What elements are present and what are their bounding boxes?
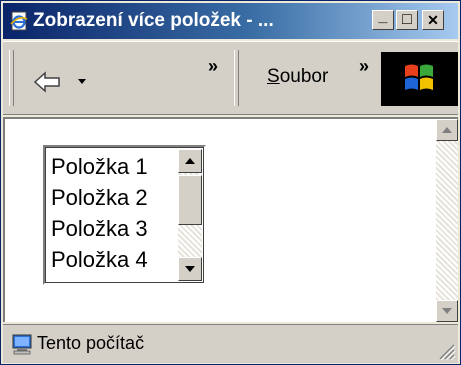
page-content: Položka 1 Položka 2 Položka 3 Položka 4 bbox=[3, 117, 458, 322]
listbox-scroll-down-button[interactable] bbox=[178, 257, 202, 281]
menu-file[interactable]: Soubor bbox=[267, 66, 328, 88]
menu-file-mnemonic: S bbox=[267, 66, 280, 87]
listbox-items: Položka 1 Položka 2 Položka 3 Položka 4 bbox=[51, 151, 148, 275]
multi-select-listbox[interactable]: Položka 1 Položka 2 Položka 3 Položka 4 bbox=[43, 145, 206, 285]
listbox-scroll-up-button[interactable] bbox=[178, 149, 202, 173]
toolbar-grip-2[interactable] bbox=[234, 50, 239, 106]
listbox-scroll-thumb[interactable] bbox=[178, 175, 202, 225]
ie-page-icon bbox=[10, 11, 28, 31]
page-vertical-scrollbar[interactable] bbox=[436, 119, 458, 322]
arrow-up-icon bbox=[442, 127, 452, 133]
arrow-down-icon bbox=[442, 308, 452, 314]
list-item[interactable]: Položka 1 bbox=[51, 151, 148, 182]
toolbar-chevron[interactable]: » bbox=[208, 56, 218, 77]
list-item[interactable]: Položka 2 bbox=[51, 182, 148, 213]
back-arrow-icon bbox=[33, 71, 60, 93]
resize-grip-icon[interactable] bbox=[434, 339, 456, 361]
close-icon: ✕ bbox=[427, 12, 439, 28]
close-button[interactable]: ✕ bbox=[422, 10, 444, 30]
menu-file-label: oubor bbox=[279, 66, 329, 87]
minimize-icon: _ bbox=[378, 8, 388, 25]
list-item[interactable]: Položka 3 bbox=[51, 213, 148, 244]
back-button[interactable] bbox=[33, 62, 123, 102]
toolbar: » Soubor » bbox=[3, 41, 458, 115]
menu-chevron[interactable]: » bbox=[359, 56, 369, 77]
maximize-button[interactable]: □ bbox=[396, 10, 418, 30]
arrow-down-icon bbox=[185, 266, 195, 272]
maximize-icon: □ bbox=[402, 11, 412, 28]
list-item[interactable]: Položka 4 bbox=[51, 244, 148, 275]
window-title: Zobrazení více položek - ... bbox=[33, 10, 274, 31]
title-bar[interactable]: Zobrazení více položek - ... _ □ ✕ bbox=[3, 3, 458, 39]
minimize-button[interactable]: _ bbox=[372, 8, 394, 30]
windows-flag-icon bbox=[405, 64, 433, 90]
back-dropdown-icon[interactable] bbox=[77, 78, 87, 86]
page-scroll-down-button[interactable] bbox=[436, 300, 458, 322]
computer-icon bbox=[12, 334, 32, 355]
windows-logo bbox=[381, 52, 458, 106]
page-scroll-up-button[interactable] bbox=[436, 119, 458, 141]
status-bar: Tento počítač bbox=[3, 324, 458, 363]
listbox-scrollbar[interactable] bbox=[178, 149, 202, 281]
toolbar-grip[interactable] bbox=[9, 50, 14, 106]
status-zone-text: Tento počítač bbox=[37, 333, 145, 353]
arrow-up-icon bbox=[185, 158, 195, 164]
browser-window: Zobrazení více položek - ... _ □ ✕ » Sou… bbox=[0, 0, 461, 365]
